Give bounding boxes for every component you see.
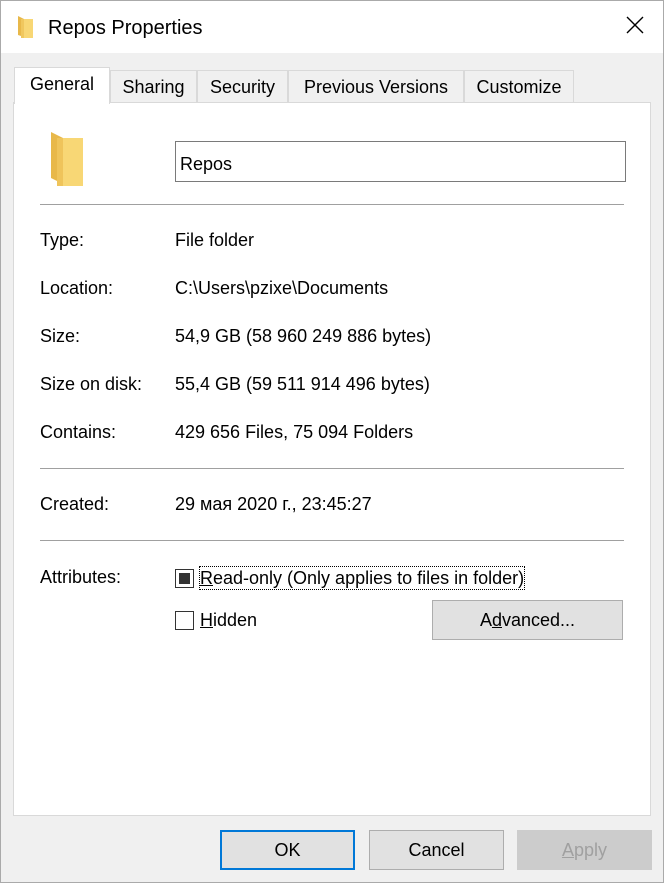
location-label: Location: [40, 278, 114, 298]
hidden-checkbox[interactable] [175, 611, 194, 630]
advanced-button[interactable]: Advanced... [432, 600, 623, 640]
separator [40, 204, 624, 205]
apply-rest: pply [573, 839, 608, 860]
separator [40, 468, 624, 469]
folder-icon [15, 15, 37, 39]
advanced-prefix: A [479, 609, 492, 630]
folder-icon [49, 130, 85, 186]
readonly-access-key: R [200, 568, 213, 588]
tab-general[interactable]: General [14, 67, 110, 104]
ok-button[interactable]: OK [220, 830, 355, 870]
size-label: Size: [40, 326, 81, 346]
contains-label: Contains: [40, 422, 117, 442]
folder-name-input[interactable] [175, 141, 626, 182]
created-value: 29 мая 2020 г., 23:45:27 [175, 494, 372, 514]
indeterminate-mark [179, 573, 190, 584]
hidden-label-text: idden [213, 610, 258, 630]
location-value: C:\Users\pzixe\Documents [175, 278, 389, 298]
size-on-disk-label: Size on disk: [40, 374, 143, 394]
tab-security[interactable]: Security [197, 70, 288, 102]
size-value: 54,9 GB (58 960 249 886 bytes) [175, 326, 432, 346]
advanced-access-key: d [491, 609, 502, 630]
readonly-label-text: ead-only (Only applies to files in folde… [213, 568, 525, 588]
attributes-label: Attributes: [40, 567, 122, 587]
tab-customize[interactable]: Customize [464, 70, 574, 102]
type-label: Type: [40, 230, 85, 250]
properties-dialog: Repos Properties General Sharing Securit… [0, 0, 664, 883]
contains-value: 429 656 Files, 75 094 Folders [175, 422, 414, 442]
size-on-disk-value: 55,4 GB (59 511 914 496 bytes) [175, 374, 430, 394]
type-value: File folder [175, 230, 255, 250]
separator [40, 540, 624, 541]
hidden-label[interactable]: Hidden [200, 609, 257, 631]
general-panel: Type: File folder Location: C:\Users\pzi… [13, 102, 651, 816]
hidden-access-key: H [200, 610, 213, 630]
close-button[interactable] [607, 1, 663, 53]
readonly-label[interactable]: Read-only (Only applies to files in fold… [198, 566, 526, 590]
title-bar: Repos Properties [1, 1, 663, 53]
readonly-checkbox[interactable] [175, 569, 194, 588]
apply-access-key: A [561, 839, 574, 860]
advanced-label: Advanced... [480, 610, 575, 631]
created-label: Created: [40, 494, 110, 514]
advanced-rest: vanced... [501, 609, 576, 630]
cancel-button[interactable]: Cancel [369, 830, 504, 870]
tab-previous-versions[interactable]: Previous Versions [288, 70, 464, 102]
window-title: Repos Properties [48, 17, 203, 39]
apply-label: Apply [562, 840, 607, 861]
apply-button[interactable]: Apply [517, 830, 652, 870]
close-icon [626, 16, 644, 39]
tab-sharing[interactable]: Sharing [110, 70, 197, 102]
